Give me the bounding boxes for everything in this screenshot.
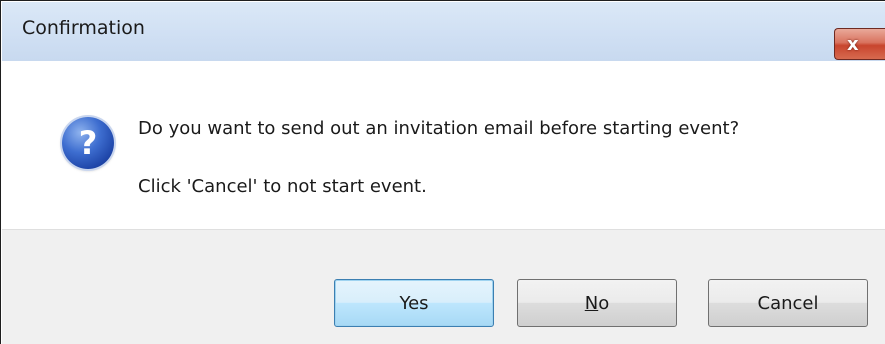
title-bar[interactable]: Confirmation x (2, 2, 885, 61)
cancel-button[interactable]: Cancel (708, 279, 868, 327)
message-subtext: Click 'Cancel' to not start event. (138, 176, 427, 197)
button-bar: Yes No Cancel (2, 229, 885, 344)
cancel-button-label: Cancel (757, 292, 819, 314)
message-text: Do you want to send out an invitation em… (138, 118, 740, 139)
question-icon: ? (62, 117, 114, 169)
window-title: Confirmation (22, 17, 145, 39)
confirmation-dialog: Confirmation x ? Do you want to send out… (0, 0, 885, 344)
no-button[interactable]: No (517, 279, 677, 327)
message-area: ? Do you want to send out an invitation … (2, 61, 885, 229)
close-icon: x (847, 33, 859, 55)
close-button[interactable]: x (834, 28, 885, 60)
no-mnemonic: N (584, 292, 599, 314)
no-button-label: No (584, 292, 610, 314)
yes-button[interactable]: Yes (334, 279, 494, 327)
yes-button-label: Yes (399, 292, 429, 314)
